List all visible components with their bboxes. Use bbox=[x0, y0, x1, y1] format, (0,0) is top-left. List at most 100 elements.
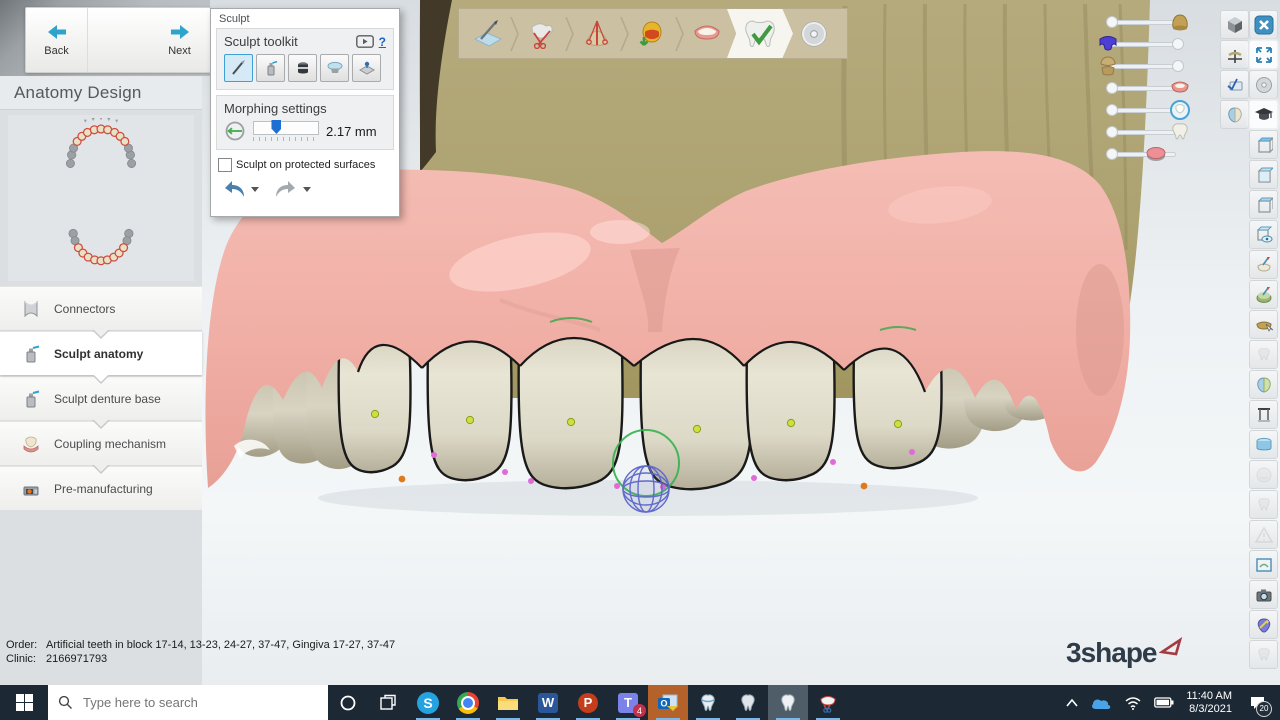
tool-wax-knife[interactable] bbox=[288, 54, 317, 82]
search-input[interactable] bbox=[81, 694, 285, 711]
warning-triangle-icon bbox=[1255, 526, 1273, 544]
workflow-step-segmentation[interactable] bbox=[514, 9, 569, 58]
view-cube-eye-button[interactable] bbox=[1249, 220, 1278, 249]
tool-smooth-disc[interactable] bbox=[320, 54, 349, 82]
morphing-slider[interactable] bbox=[253, 121, 319, 141]
start-button[interactable] bbox=[0, 685, 48, 720]
workflow-step-finalize-denture[interactable] bbox=[727, 9, 793, 58]
notification-count-badge: 20 bbox=[1256, 701, 1272, 717]
tool-add-remove-material[interactable] bbox=[224, 54, 253, 82]
word-button[interactable]: W bbox=[528, 685, 568, 720]
video-help-icon[interactable] bbox=[356, 35, 374, 48]
taskbar-search[interactable] bbox=[48, 685, 328, 720]
tooth-extra-disabled-button bbox=[1249, 490, 1278, 519]
sculpt-spray-icon bbox=[20, 388, 42, 410]
sidebar-item-connectors[interactable]: Connectors bbox=[0, 286, 202, 330]
cross-section-disc-button[interactable] bbox=[1249, 70, 1278, 99]
tray-expand-chevron[interactable] bbox=[1066, 699, 1078, 707]
protected-surfaces-row[interactable]: Sculpt on protected surfaces bbox=[211, 155, 399, 175]
teams-button[interactable]: T 4 bbox=[608, 685, 648, 720]
sculpt-guides-button[interactable] bbox=[1249, 280, 1278, 309]
slider-handle[interactable] bbox=[1107, 127, 1117, 137]
compare-split-view-button[interactable] bbox=[1220, 100, 1249, 129]
slider-handle[interactable] bbox=[1173, 39, 1183, 49]
dental-app-1-button[interactable] bbox=[688, 685, 728, 720]
morph-radius-icon[interactable] bbox=[224, 120, 246, 142]
dental-chart-preview[interactable] bbox=[8, 115, 194, 281]
slider-selected-tooth[interactable] bbox=[1103, 101, 1187, 120]
system-tray: 11:40 AM 8/3/2021 20 bbox=[1066, 685, 1280, 720]
file-explorer-icon bbox=[497, 694, 519, 712]
workflow-step-pour-model[interactable] bbox=[624, 9, 679, 58]
undo-button[interactable] bbox=[221, 179, 259, 199]
word-icon: W bbox=[538, 693, 558, 713]
split-compare-button[interactable] bbox=[1249, 370, 1278, 399]
tool-spray-build[interactable] bbox=[256, 54, 285, 82]
chrome-button[interactable] bbox=[448, 685, 488, 720]
insertion-direction-icon bbox=[581, 19, 613, 49]
dental-app-2-button[interactable] bbox=[728, 685, 768, 720]
probe-tooth-button[interactable] bbox=[1249, 250, 1278, 279]
undo-dropdown-caret[interactable] bbox=[251, 187, 259, 192]
action-center-button[interactable]: 20 bbox=[1244, 690, 1270, 716]
back-button[interactable]: Back bbox=[26, 8, 87, 72]
skype-button[interactable]: S bbox=[408, 685, 448, 720]
slider-cut-plane[interactable] bbox=[1103, 145, 1187, 164]
file-explorer-button[interactable] bbox=[488, 685, 528, 720]
workflow-step-manufacture[interactable] bbox=[786, 9, 841, 58]
protected-surfaces-checkbox[interactable] bbox=[218, 158, 232, 172]
next-button[interactable]: Next bbox=[149, 8, 210, 72]
clock[interactable]: 11:40 AM 8/3/2021 bbox=[1186, 690, 1232, 716]
slider-handle[interactable] bbox=[1107, 105, 1117, 115]
dental-app-4-button[interactable] bbox=[808, 685, 848, 720]
clinic-label: Clinic: bbox=[6, 652, 46, 666]
slider-antagonist-scan[interactable] bbox=[1103, 35, 1187, 54]
slider-gingiva[interactable] bbox=[1103, 79, 1187, 98]
cortana-button[interactable] bbox=[328, 685, 368, 720]
expand-arrows-icon bbox=[1255, 46, 1273, 64]
workflow-step-denture-try-in[interactable] bbox=[679, 9, 734, 58]
slider-handle[interactable] bbox=[1173, 61, 1183, 71]
tool-flatten-plane[interactable] bbox=[352, 54, 381, 82]
material-container-button[interactable] bbox=[1249, 430, 1278, 459]
fit-to-view-button[interactable] bbox=[1249, 40, 1278, 69]
slider-handle[interactable] bbox=[1107, 17, 1117, 27]
dental-app-3-button-active[interactable] bbox=[768, 685, 808, 720]
view-cube-front-button[interactable] bbox=[1249, 190, 1278, 219]
wifi-icon[interactable] bbox=[1124, 696, 1142, 710]
slider-teeth[interactable] bbox=[1103, 123, 1187, 142]
slider-jaw-model[interactable] bbox=[1103, 57, 1187, 76]
sidebar-item-label: Connectors bbox=[54, 302, 115, 316]
battery-icon[interactable] bbox=[1154, 697, 1174, 708]
slider-upper-scan[interactable] bbox=[1103, 13, 1187, 32]
powerpoint-button[interactable]: P bbox=[568, 685, 608, 720]
help-link[interactable]: ? bbox=[379, 35, 386, 49]
denture-coupling-icon bbox=[20, 433, 42, 455]
dental-app-red-icon bbox=[817, 693, 839, 713]
coordinate-axes-button[interactable] bbox=[1220, 40, 1249, 69]
slider-track[interactable] bbox=[253, 121, 319, 135]
protected-surfaces-label: Sculpt on protected surfaces bbox=[236, 159, 375, 171]
slider-handle[interactable] bbox=[1107, 83, 1117, 93]
face-gray-icon bbox=[1255, 466, 1273, 484]
slider-handle[interactable] bbox=[1107, 149, 1117, 159]
task-view-button[interactable] bbox=[368, 685, 408, 720]
redo-button[interactable] bbox=[273, 179, 311, 199]
tutorial-button[interactable] bbox=[1249, 100, 1278, 129]
view-cube-top-button[interactable] bbox=[1249, 130, 1278, 159]
outlook-button-active[interactable]: O bbox=[648, 685, 688, 720]
onedrive-icon[interactable] bbox=[1090, 696, 1112, 710]
magic-anatomy-button[interactable] bbox=[1249, 610, 1278, 639]
measure-caliper-button[interactable] bbox=[1249, 400, 1278, 429]
workflow-step-insertion-direction[interactable] bbox=[569, 9, 624, 58]
close-view-button[interactable] bbox=[1249, 10, 1278, 39]
measurement-button[interactable] bbox=[1220, 70, 1249, 99]
pick-region-button[interactable] bbox=[1249, 310, 1278, 339]
redo-dropdown-caret[interactable] bbox=[303, 187, 311, 192]
camera-snapshot-button[interactable] bbox=[1249, 580, 1278, 609]
skype-icon: S bbox=[417, 692, 439, 714]
snapshot-window-button[interactable] bbox=[1249, 550, 1278, 579]
workflow-step-plan[interactable] bbox=[459, 9, 514, 58]
view-cube-iso-button[interactable] bbox=[1249, 160, 1278, 189]
view-orientation-cube-button[interactable] bbox=[1220, 10, 1249, 39]
